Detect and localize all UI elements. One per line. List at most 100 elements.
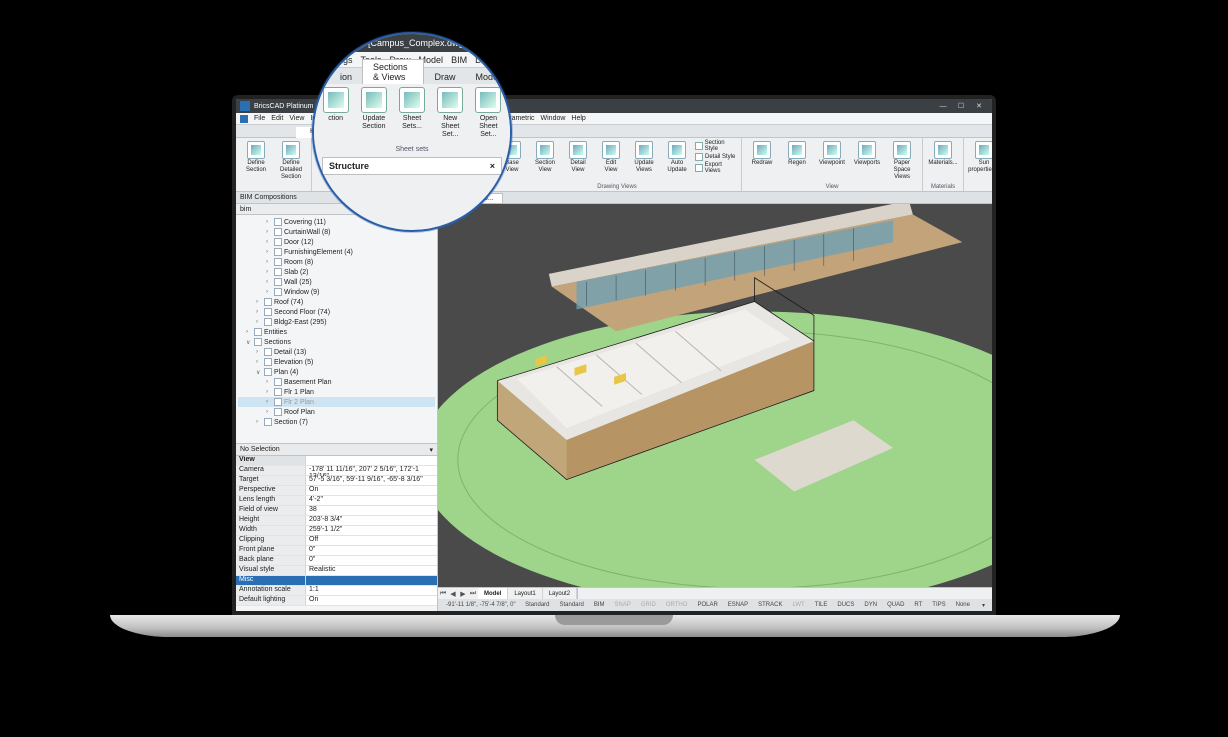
ribbon-mini-detail-style[interactable]: Detail Style — [695, 153, 737, 161]
ribbon-define-detailed-section[interactable]: DefineDetailed Section — [275, 140, 307, 182]
menu-view[interactable]: View — [289, 115, 304, 122]
tree-expand-icon[interactable]: › — [266, 399, 272, 405]
ribbon-viewports[interactable]: Viewports — [851, 140, 883, 168]
mag-menu-item[interactable]: ngs — [338, 55, 353, 65]
mag-ribbon-btn[interactable]: ction — [318, 87, 353, 143]
prop-value[interactable]: 203'-8 3/4" — [306, 516, 437, 525]
status-flag-rt[interactable]: RT — [911, 602, 925, 608]
prop-value[interactable]: 38 — [306, 506, 437, 515]
tree-node[interactable]: ›Basement Plan — [238, 377, 435, 387]
tree-expand-icon[interactable]: › — [256, 359, 262, 365]
ribbon-section-view[interactable]: SectionView — [530, 140, 560, 175]
tree-node[interactable]: ›Entities — [238, 327, 435, 337]
status-flag-standard[interactable]: Standard — [557, 602, 587, 608]
app-menu-icon[interactable] — [240, 115, 248, 123]
status-flag-tile[interactable]: TILE — [812, 602, 831, 608]
minimize-icon[interactable]: — — [934, 103, 952, 110]
tree-node[interactable]: ›Wall (25) — [238, 277, 435, 287]
ribbon-sun-properties-[interactable]: Sunproperties... — [968, 140, 996, 175]
tree-node[interactable]: ›Door (12) — [238, 237, 435, 247]
sheet-nav-next-icon[interactable]: ▶ — [458, 590, 468, 598]
sheet-tab-layout2[interactable]: Layout2 — [543, 588, 577, 599]
ribbon-mini-section-style[interactable]: Section Style — [695, 140, 737, 152]
prop-row[interactable]: Back plane0" — [236, 556, 437, 566]
sheet-tab-layout1[interactable]: Layout1 — [508, 588, 542, 599]
tree-expand-icon[interactable]: › — [246, 329, 252, 335]
tree-expand-icon[interactable]: › — [266, 289, 272, 295]
mag-ribbon-btn[interactable]: UpdateSection — [356, 87, 391, 143]
tree-expand-icon[interactable]: › — [256, 349, 262, 355]
prop-value[interactable]: -178' 11 11/16", 207' 2 5/16", 172'-1 13… — [306, 466, 437, 475]
mag-tab[interactable]: Model — [465, 70, 510, 84]
tree-expand-icon[interactable]: › — [266, 279, 272, 285]
props-menu-icon[interactable]: ▾ — [429, 446, 433, 454]
status-flag-snap[interactable]: SNAP — [612, 602, 634, 608]
ribbon-define-section[interactable]: DefineSection — [240, 140, 272, 175]
ribbon-auto-update[interactable]: AutoUpdate — [662, 140, 692, 175]
ribbon-update-views[interactable]: UpdateViews — [629, 140, 659, 175]
mag-tab[interactable]: ion — [330, 70, 362, 84]
tree-expand-icon[interactable]: › — [256, 309, 262, 315]
ribbon-detail-view[interactable]: DetailView — [563, 140, 593, 175]
tree-node[interactable]: ›Flr 1 Plan — [238, 387, 435, 397]
status-flag-ortho[interactable]: ORTHO — [663, 602, 691, 608]
tree-expand-icon[interactable]: › — [266, 249, 272, 255]
status-flag-ducs[interactable]: DUCS — [834, 602, 857, 608]
prop-row[interactable]: Annotation scale1:1 — [236, 586, 437, 596]
tree-expand-icon[interactable]: › — [266, 219, 272, 225]
mag-menu-item[interactable]: Dimension — [475, 55, 512, 65]
tree-node[interactable]: ∨Plan (4) — [238, 367, 435, 377]
tree-expand-icon[interactable]: ∨ — [246, 339, 252, 346]
prop-value[interactable]: 0" — [306, 546, 437, 555]
mag-ribbon-btn[interactable]: SheetSets... — [394, 87, 429, 143]
prop-row[interactable]: PerspectiveOn — [236, 486, 437, 496]
sheet-tab-model[interactable]: Model — [478, 588, 508, 599]
mag-structure-panel[interactable]: Structure × — [322, 157, 502, 175]
tree-node[interactable]: ›Room (8) — [238, 257, 435, 267]
prop-row[interactable]: Camera-178' 11 11/16", 207' 2 5/16", 172… — [236, 466, 437, 476]
tree-node[interactable]: ›Elevation (5) — [238, 357, 435, 367]
tree-node[interactable]: ›Detail (13) — [238, 347, 435, 357]
ribbon-edit-view[interactable]: EditView — [596, 140, 626, 175]
tree-expand-icon[interactable]: › — [256, 419, 262, 425]
status-flag-strack[interactable]: STRACK — [755, 602, 785, 608]
tree-node[interactable]: ›Second Floor (74) — [238, 307, 435, 317]
mag-tab[interactable]: Draw — [424, 70, 465, 84]
prop-value[interactable]: 0" — [306, 556, 437, 565]
prop-row[interactable]: Width259'-1 1/2" — [236, 526, 437, 536]
tree-expand-icon[interactable]: › — [266, 379, 272, 385]
prop-value[interactable]: Realistic — [306, 566, 437, 575]
close-icon[interactable]: ✕ — [970, 102, 988, 110]
status-flag-quad[interactable]: QUAD — [884, 602, 907, 608]
menu-help[interactable]: Help — [571, 115, 585, 122]
status-flag-polar[interactable]: POLAR — [694, 602, 720, 608]
viewport-3d[interactable] — [438, 204, 992, 587]
mag-tab[interactable]: Sections & Views — [362, 59, 424, 84]
prop-value[interactable]: 1:1 — [306, 586, 437, 595]
status-flag-esnap[interactable]: ESNAP — [725, 602, 751, 608]
prop-row[interactable]: View — [236, 456, 437, 466]
mag-ribbon-btn[interactable]: NewSheet Set... — [433, 87, 468, 143]
status-flag-bim[interactable]: BIM — [591, 602, 608, 608]
structure-tree[interactable]: ›Covering (11)›CurtainWall (8)›Door (12)… — [236, 215, 437, 443]
ribbon-regen[interactable]: Regen — [781, 140, 813, 168]
tree-node[interactable]: ›Bldg2-East (295) — [238, 317, 435, 327]
status-flag-standard[interactable]: Standard — [522, 602, 552, 608]
tree-node[interactable]: ›Window (9) — [238, 287, 435, 297]
tree-node[interactable]: ›Section (7) — [238, 417, 435, 427]
prop-value[interactable]: 259'-1 1/2" — [306, 526, 437, 535]
properties-header[interactable]: No Selection ▾ — [236, 444, 437, 456]
mag-structure-close-icon[interactable]: × — [490, 161, 495, 171]
tree-node[interactable]: ›FurnishingElement (4) — [238, 247, 435, 257]
mag-ribbon-btn[interactable]: OpenSheet Set... — [471, 87, 506, 143]
prop-value[interactable]: On — [306, 486, 437, 495]
prop-row[interactable]: Default lightingOn — [236, 596, 437, 606]
prop-row[interactable]: Height203'-8 3/4" — [236, 516, 437, 526]
tree-expand-icon[interactable]: › — [256, 319, 262, 325]
tree-expand-icon[interactable]: › — [266, 409, 272, 415]
tree-node[interactable]: ∨Sections — [238, 337, 435, 347]
prop-row[interactable]: Field of view38 — [236, 506, 437, 516]
tree-node[interactable]: ›Roof (74) — [238, 297, 435, 307]
prop-row[interactable]: Front plane0" — [236, 546, 437, 556]
ribbon-redraw[interactable]: Redraw — [746, 140, 778, 168]
